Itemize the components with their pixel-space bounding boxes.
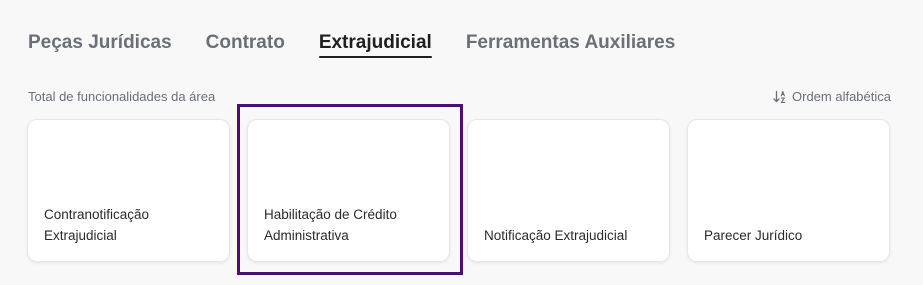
card-label: Contranotificação Extrajudicial — [44, 207, 150, 243]
tab-extrajudicial[interactable]: Extrajudicial — [318, 30, 432, 58]
tab-ferramentas-auxiliares[interactable]: Ferramentas Auxiliares — [466, 30, 675, 56]
card-habilitacao-credito-administrativa[interactable]: Habilitação de Crédito Administrativa — [247, 119, 450, 262]
sort-alphabetical-icon — [773, 90, 786, 103]
sort-button[interactable]: Ordem alfabética — [773, 89, 891, 104]
card-notificacao-extrajudicial[interactable]: Notificação Extrajudicial — [467, 119, 670, 262]
card-contranotificacao-extrajudicial[interactable]: Contranotificação Extrajudicial — [27, 119, 230, 262]
card-label: Notificação Extrajudicial — [484, 228, 628, 243]
tab-pecas-juridicas[interactable]: Peças Jurídicas — [28, 30, 172, 56]
functionality-total-label: Total de funcionalidades da área — [28, 89, 216, 104]
card-parecer-juridico[interactable]: Parecer Jurídico — [687, 119, 890, 262]
area-tabs: Peças Jurídicas Contrato Extrajudicial F… — [28, 30, 709, 60]
card-label: Parecer Jurídico — [704, 228, 803, 243]
card-label: Habilitação de Crédito Administrativa — [264, 207, 397, 243]
sort-label: Ordem alfabética — [792, 89, 891, 104]
tab-contrato[interactable]: Contrato — [206, 30, 285, 56]
